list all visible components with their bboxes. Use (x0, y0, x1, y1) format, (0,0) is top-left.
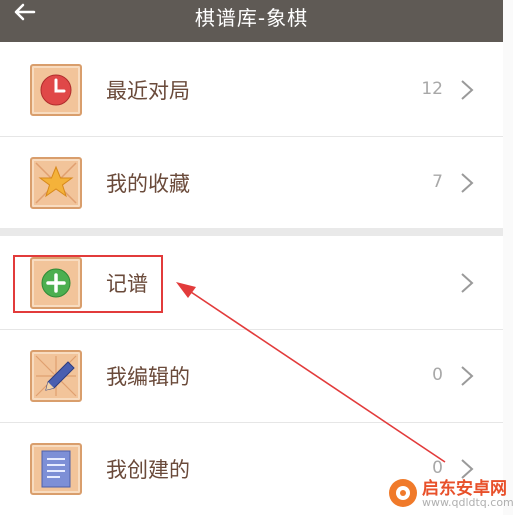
top-bar: 棋谱库-象棋 (0, 0, 503, 42)
list-item-count: 7 (432, 172, 443, 192)
pencil-icon (30, 350, 82, 402)
list-item-recent-games[interactable]: 最近对局 12 (0, 44, 503, 136)
star-icon (30, 157, 82, 209)
watermark-url: www.qdldtq.com (422, 496, 513, 509)
clock-icon (30, 64, 82, 116)
page-title: 棋谱库-象棋 (194, 6, 309, 30)
list-item-label: 我创建的 (106, 458, 190, 482)
document-icon (30, 443, 82, 495)
watermark-logo-icon (389, 479, 417, 507)
list-item-label: 最近对局 (106, 79, 190, 103)
chevron-right-icon (461, 273, 474, 293)
list-item-count: 12 (421, 79, 443, 99)
list-item-label: 我编辑的 (106, 365, 190, 389)
chevron-right-icon (461, 173, 474, 193)
chevron-right-icon (461, 80, 474, 100)
watermark: 启东安卓网 www.qdldtq.com (382, 472, 513, 515)
list-item-edited-by-me[interactable]: 我编辑的 0 (0, 330, 503, 422)
list-item-label: 我的收藏 (106, 172, 190, 196)
right-edge (503, 0, 513, 515)
list-item-favorites[interactable]: 我的收藏 7 (0, 137, 503, 229)
list-item-count: 0 (432, 365, 443, 385)
chevron-right-icon (461, 366, 474, 386)
annotation-highlight-box (13, 255, 163, 313)
section-separator (0, 228, 503, 236)
